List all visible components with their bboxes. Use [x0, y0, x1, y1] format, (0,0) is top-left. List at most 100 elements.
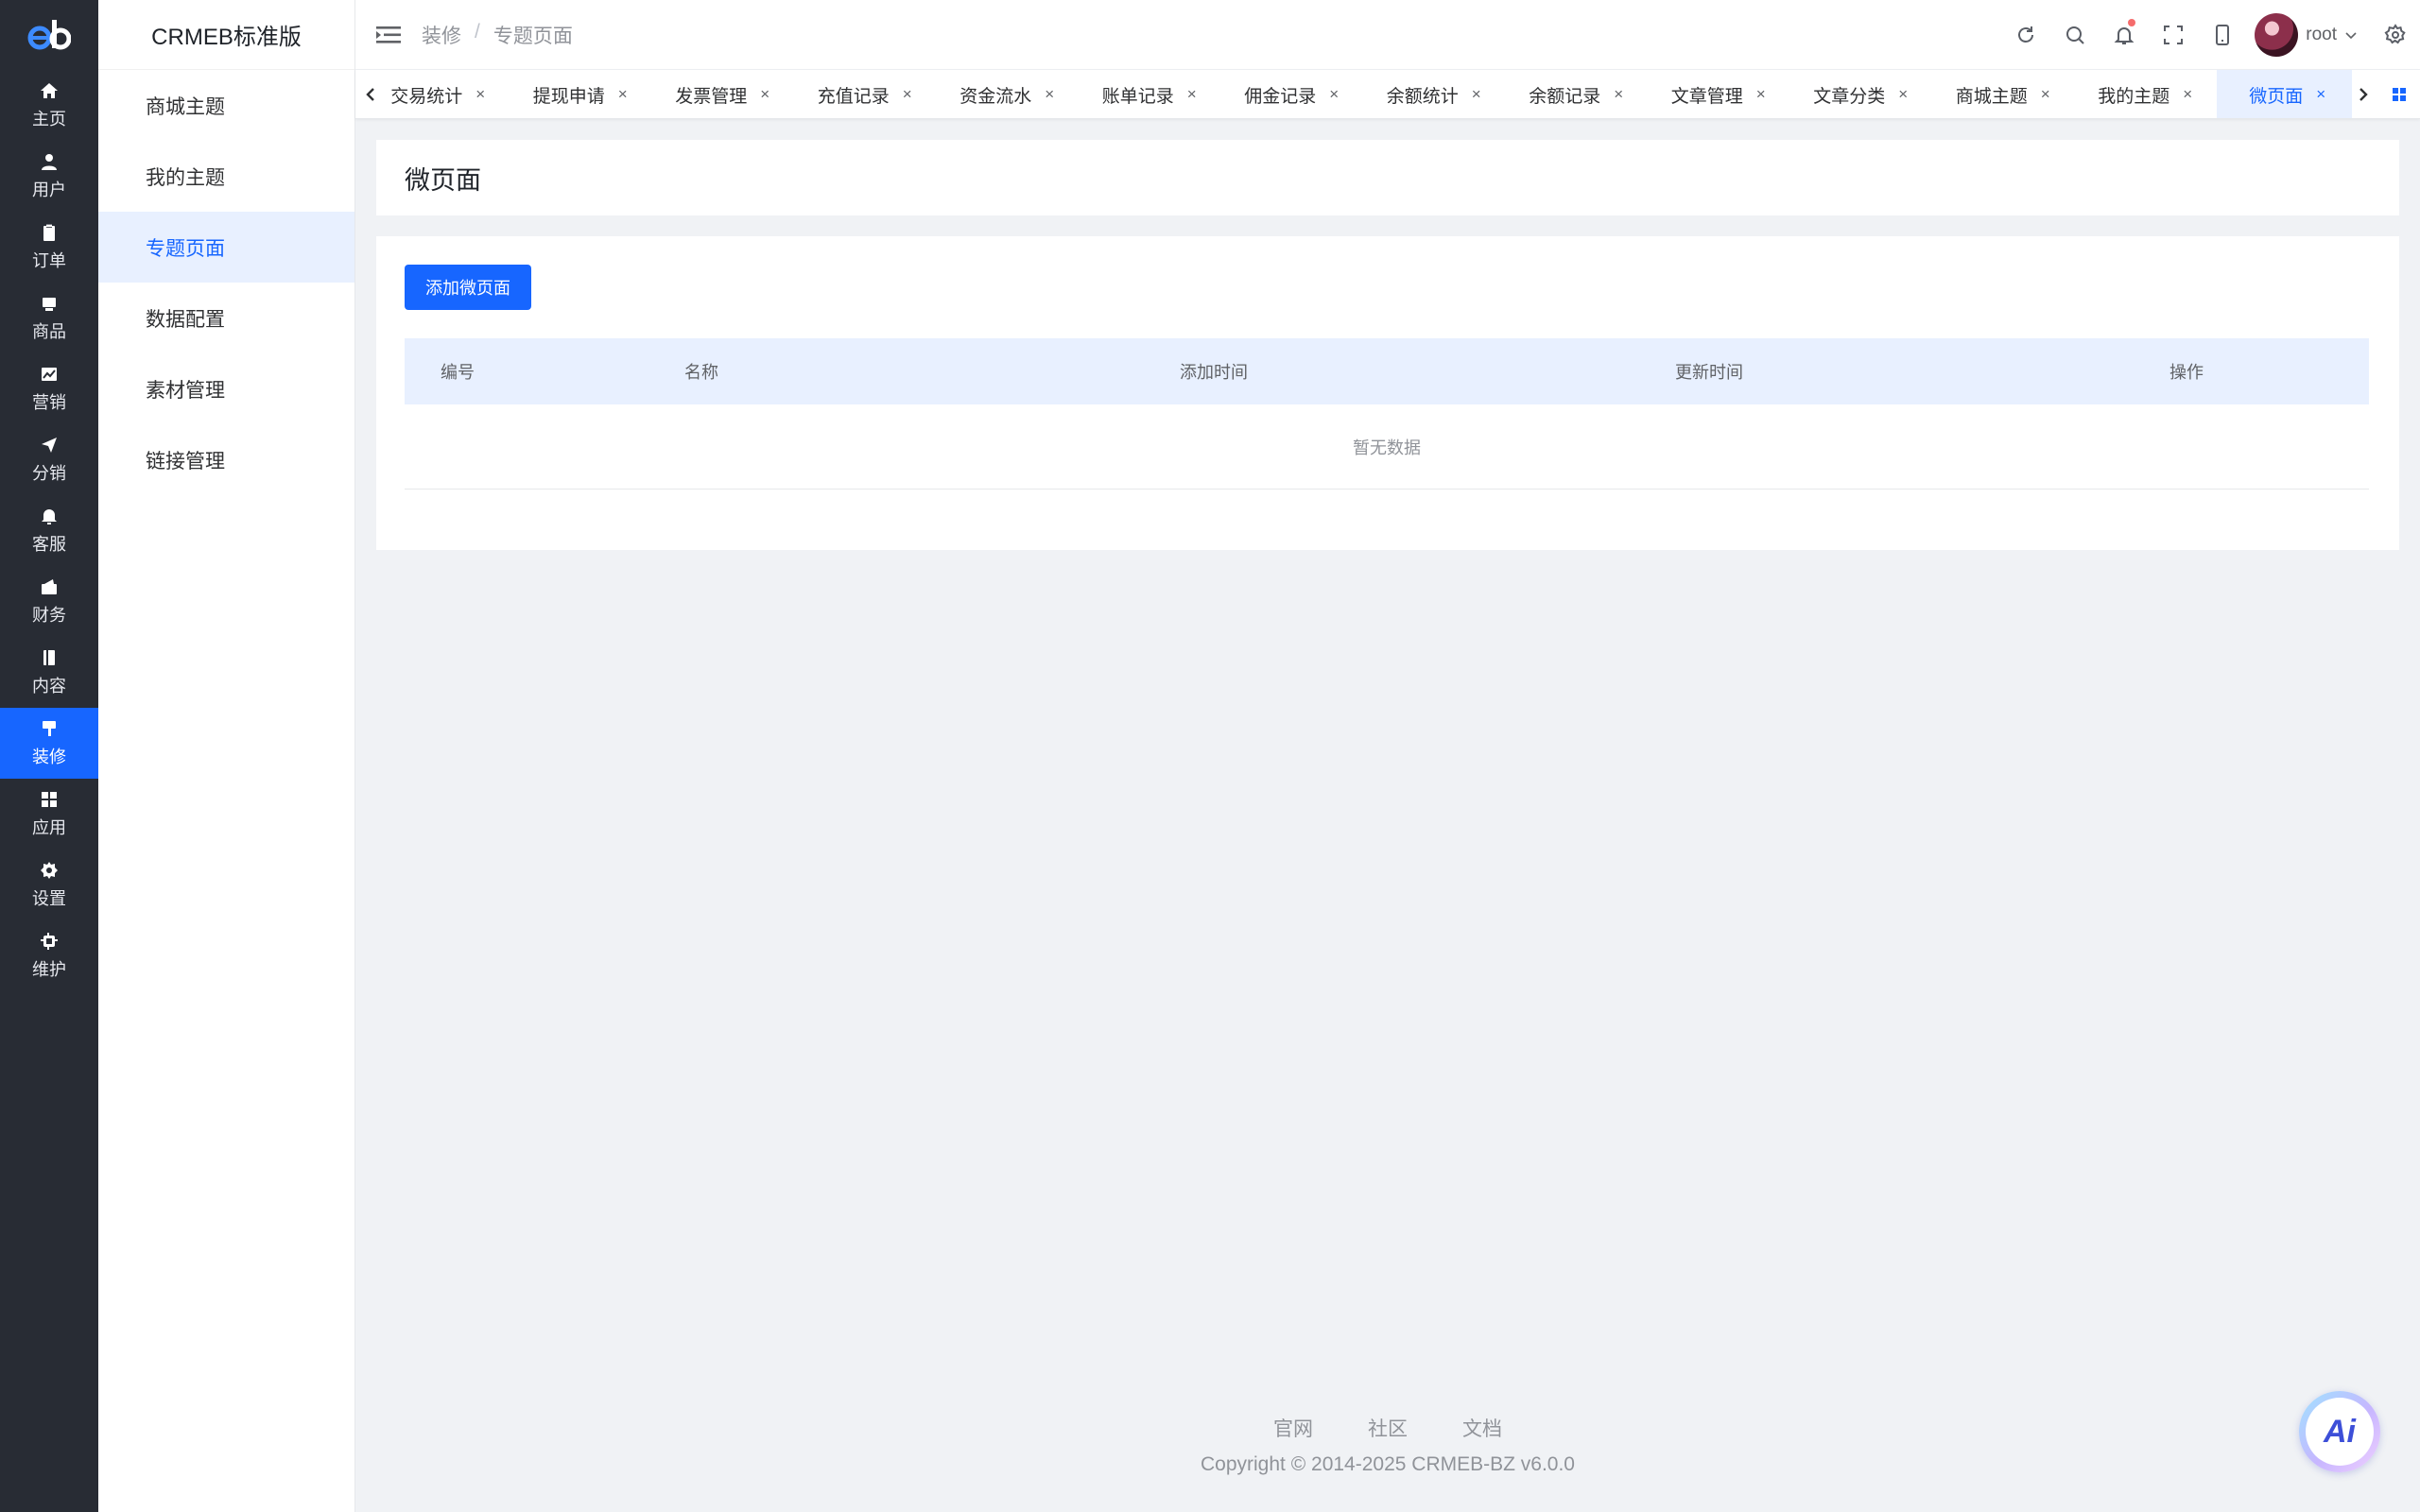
header-tools: root	[2001, 0, 2420, 70]
close-icon[interactable]: ×	[2316, 85, 2325, 104]
mobile-icon	[2216, 25, 2230, 45]
main-nav-rail: 主页用户订单商品 营销分销客服财务 内容 装修应用设置维护	[0, 0, 98, 1512]
book-icon	[43, 649, 55, 665]
close-icon[interactable]: ×	[2183, 85, 2192, 104]
user-menu[interactable]: root	[2255, 13, 2358, 57]
fullscreen-icon	[2164, 26, 2184, 44]
rail-item-label: 客服	[32, 534, 66, 554]
hamburger-icon[interactable]	[376, 25, 401, 45]
submenu-item[interactable]: 商城主题	[98, 70, 354, 141]
chevron-left-icon	[366, 88, 374, 101]
tab-label: 账单记录	[1101, 86, 1174, 107]
submenu-item[interactable]: 链接管理	[98, 424, 354, 495]
tab-item[interactable]: 发票管理 ×	[651, 70, 794, 118]
tab-item[interactable]: 商城主题 ×	[1932, 70, 2075, 118]
fullscreen-button[interactable]	[2149, 0, 2198, 70]
chevron-right-icon	[2360, 88, 2368, 101]
close-icon[interactable]: ×	[1045, 85, 1054, 104]
tab-item[interactable]: 文章分类 ×	[1789, 70, 1932, 118]
tab-item[interactable]: 账单记录 ×	[1079, 70, 1221, 118]
close-icon[interactable]: ×	[903, 85, 912, 104]
tab-item[interactable]: 佣金记录 ×	[1220, 70, 1363, 118]
footer-link-docs[interactable]: 文档	[1462, 1414, 1502, 1442]
rail-item[interactable]: 设置	[0, 850, 98, 920]
notification-button[interactable]	[2100, 0, 2149, 70]
submenu-item[interactable]: 数据配置	[98, 283, 354, 353]
gear-icon	[2384, 24, 2406, 44]
tab-item[interactable]: 交易统计 ×	[380, 70, 510, 118]
tab-label: 余额统计	[1386, 86, 1459, 107]
breadcrumb-item[interactable]: 装修	[422, 21, 461, 49]
app-logo[interactable]	[0, 0, 98, 70]
clipboard-icon	[43, 223, 55, 241]
submenu-item[interactable]: 我的主题	[98, 141, 354, 212]
tabs-menu-button[interactable]	[2378, 70, 2420, 118]
rail-item-label: 主页	[32, 109, 66, 129]
tab-item[interactable]: 资金流水 ×	[936, 70, 1079, 118]
rail-item[interactable]: 财务	[0, 566, 98, 637]
tab-item[interactable]: 余额统计 ×	[1363, 70, 1506, 118]
rail-item[interactable]: 商品	[0, 283, 98, 353]
refresh-button[interactable]	[2001, 0, 2050, 70]
bell-icon	[42, 508, 57, 524]
rail-item-label: 设置	[32, 888, 66, 908]
rail-item-label: 应用	[32, 817, 66, 837]
column-header-id: 编号	[441, 363, 475, 382]
close-icon[interactable]: ×	[1472, 85, 1481, 104]
rail-item[interactable]: 客服	[0, 495, 98, 566]
close-icon[interactable]: ×	[475, 85, 485, 104]
add-micro-page-button[interactable]: 添加微页面	[405, 265, 531, 310]
sub-menu: CRMEB标准版 商城主题 我的主题 专题页面 数据配置 素材管理 链接管理	[98, 0, 355, 1512]
rail-item[interactable]: 营销	[0, 353, 98, 424]
table-header: 编号 名称 添加时间 更新时间 操作	[405, 338, 2369, 404]
submenu-item[interactable]: 素材管理	[98, 353, 354, 424]
copyright: Copyright © 2014-2025 CRMEB-BZ v6.0.0	[1201, 1453, 1575, 1475]
avatar	[2255, 13, 2299, 57]
chevron-down-icon	[2345, 32, 2357, 40]
tab-label: 充值记录	[817, 86, 890, 107]
rail-item-label: 订单	[32, 250, 66, 270]
close-icon[interactable]: ×	[1329, 85, 1339, 104]
close-icon[interactable]: ×	[2041, 85, 2050, 104]
rail-item[interactable]: 维护	[0, 920, 98, 991]
footer-link-community[interactable]: 社区	[1368, 1414, 1408, 1442]
rail-item[interactable]: 装修	[0, 708, 98, 779]
close-icon[interactable]: ×	[1898, 85, 1908, 104]
rail-item-label: 分销	[32, 463, 66, 483]
submenu-item[interactable]: 专题页面	[98, 212, 354, 283]
rail-item[interactable]: 用户	[0, 141, 98, 212]
tab-item[interactable]: 文章管理 ×	[1648, 70, 1790, 118]
rail-item[interactable]: 应用	[0, 779, 98, 850]
close-icon[interactable]: ×	[1614, 85, 1623, 104]
tab-label: 佣金记录	[1244, 86, 1317, 107]
search-button[interactable]	[2050, 0, 2100, 70]
footer-links: 官网 社区 文档	[355, 1414, 2420, 1442]
close-icon[interactable]: ×	[618, 85, 628, 104]
ai-assistant-button[interactable]: Ai	[2299, 1391, 2380, 1472]
empty-state: 暂无数据	[405, 404, 2369, 490]
gear-icon	[41, 861, 58, 879]
mobile-preview-button[interactable]	[2198, 0, 2247, 70]
rail-item[interactable]: 分销	[0, 424, 98, 495]
tabs-scroll-right[interactable]	[2346, 70, 2378, 118]
footer-link-official[interactable]: 官网	[1273, 1414, 1313, 1442]
box-icon	[43, 297, 56, 311]
tab-label: 提现申请	[532, 86, 605, 107]
send-icon	[42, 437, 57, 453]
refresh-icon	[2018, 26, 2034, 43]
rail-item[interactable]: 主页	[0, 70, 98, 141]
tab-label: 文章分类	[1813, 86, 1886, 107]
rail-item[interactable]: 订单	[0, 212, 98, 283]
column-header-name: 名称	[684, 363, 718, 382]
tabs-scroll-area: 交易统计 × 提现申请 × 发票管理 × 充值记录 × 资金流水 × 账单记录 × 佣金记录 × 余额统计 ×…	[380, 70, 2352, 118]
close-icon[interactable]: ×	[760, 85, 769, 104]
rail-item[interactable]: 内容	[0, 637, 98, 708]
tab-item[interactable]: 微页面 ×	[2216, 70, 2352, 118]
tab-item[interactable]: 我的主题 ×	[2074, 70, 2217, 118]
settings-button[interactable]	[2371, 0, 2420, 70]
tab-item[interactable]: 提现申请 ×	[510, 70, 652, 118]
close-icon[interactable]: ×	[1187, 85, 1197, 104]
tab-item[interactable]: 余额记录 ×	[1505, 70, 1648, 118]
close-icon[interactable]: ×	[1756, 85, 1766, 104]
tab-item[interactable]: 充值记录 ×	[794, 70, 937, 118]
